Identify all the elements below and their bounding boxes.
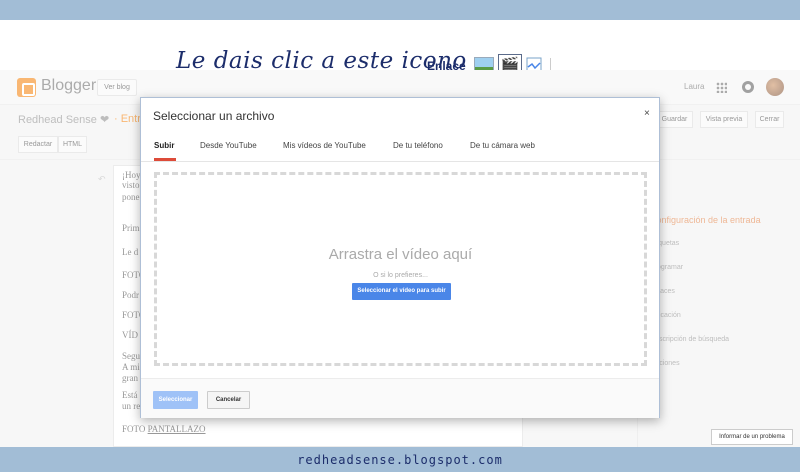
tab-from-youtube[interactable]: Desde YouTube: [200, 141, 257, 150]
cancel-button[interactable]: Cancelar: [207, 391, 250, 409]
select-file-dialog: Seleccionar un archivo × Subir Desde You…: [140, 97, 660, 418]
dialog-title: Seleccionar un archivo: [153, 109, 275, 123]
dropzone-text: Arrastra el vídeo aquí: [328, 246, 473, 263]
watermark-text: redheadsense.blogspot.com: [297, 453, 503, 467]
dropzone-or-text: O si lo prefieres...: [373, 272, 428, 279]
tab-from-phone[interactable]: De tu teléfono: [393, 141, 443, 150]
active-tab-indicator: [154, 158, 176, 161]
top-frame-band: [0, 0, 800, 20]
select-button[interactable]: Seleccionar: [153, 391, 198, 409]
tab-upload[interactable]: Subir: [154, 141, 174, 150]
instruction-banner: Le dais clic a este icono : Enlace 🎬: [0, 20, 800, 78]
close-icon[interactable]: ×: [644, 108, 650, 119]
dialog-tabs: Subir Desde YouTube Mis vídeos de YouTub…: [141, 136, 659, 162]
dialog-footer: Seleccionar Cancelar: [141, 378, 659, 418]
select-video-button[interactable]: Seleccionar el vídeo para subir: [352, 283, 451, 300]
report-problem-button[interactable]: Informar de un problema: [711, 429, 793, 445]
tab-my-youtube-videos[interactable]: Mis vídeos de YouTube: [283, 141, 366, 150]
video-dropzone[interactable]: Arrastra el vídeo aquí O si lo prefieres…: [154, 172, 647, 366]
tab-from-webcam[interactable]: De tu cámara web: [470, 141, 535, 150]
